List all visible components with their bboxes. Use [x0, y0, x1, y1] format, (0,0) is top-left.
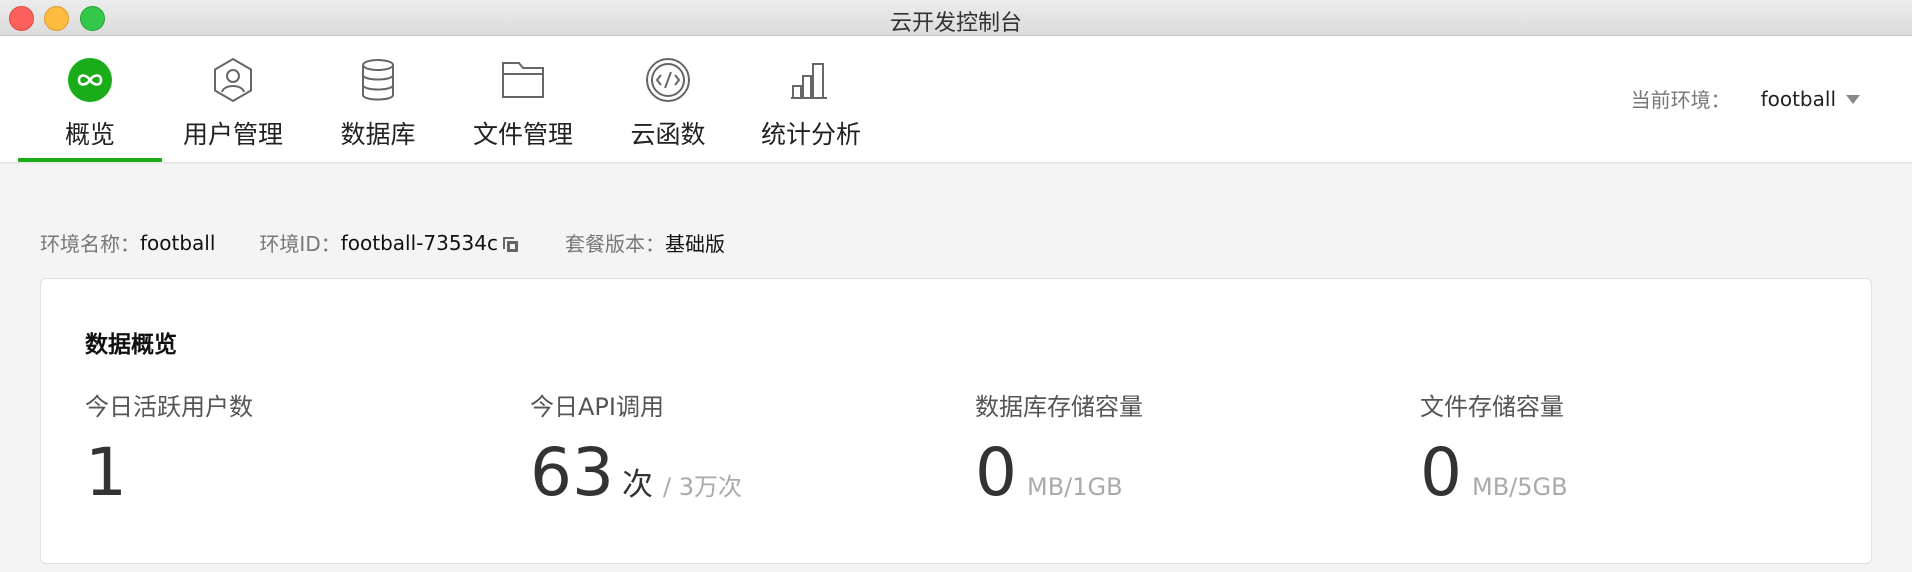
nav-tab-label: 云函数 — [630, 120, 706, 149]
nav-tab-label: 用户管理 — [182, 120, 283, 149]
stat-database-storage: 数据库存储容量 0 MB/1GB — [975, 387, 1143, 506]
nav-tab-functions[interactable]: 云函数 — [618, 36, 718, 162]
env-id-label: 环境ID： — [259, 232, 341, 256]
environment-info-bar: 环境名称： football 环境ID： football-73534c 套餐版… — [40, 228, 769, 257]
environment-select[interactable]: 当前环境： football — [1631, 84, 1860, 113]
stat-quota: MB/1GB — [1027, 473, 1123, 501]
stat-label: 今日API调用 — [530, 393, 664, 421]
overview-infinity-icon — [68, 58, 112, 102]
nav-tab-overview[interactable]: 概览 — [18, 36, 162, 162]
env-name-info: 环境名称： football — [40, 228, 215, 257]
nav-tab-label: 统计分析 — [760, 120, 861, 149]
window-title: 云开发控制台 — [889, 11, 1022, 36]
environment-value[interactable]: football — [1761, 87, 1836, 111]
nav-tab-files[interactable]: 文件管理 — [462, 36, 584, 162]
stat-label: 今日活跃用户数 — [85, 393, 253, 421]
stat-quota: MB/5GB — [1472, 473, 1568, 501]
user-icon — [214, 57, 252, 103]
env-id-info: 环境ID： football-73534c — [259, 228, 521, 257]
stat-label: 数据库存储容量 — [975, 393, 1143, 421]
nav-tab-label: 概览 — [64, 120, 115, 149]
plan-version-value: 基础版 — [665, 232, 725, 256]
stat-unit: 次 — [621, 467, 653, 503]
nav-tab-analytics[interactable]: 统计分析 — [750, 36, 872, 162]
stat-value: 0 — [975, 434, 1017, 511]
window-titlebar: 云开发控制台 — [0, 0, 1912, 36]
top-nav: 概览 用户管理 数据库 文件管理 云函数 统计分析 当前环境： football — [0, 36, 1912, 163]
folder-icon — [502, 62, 544, 98]
chevron-down-icon[interactable] — [1846, 95, 1860, 104]
data-overview-panel: 数据概览 今日活跃用户数 1 今日API调用 63 次 / 3万次 数据库存储容… — [40, 278, 1872, 564]
stat-value: 1 — [85, 434, 127, 511]
stat-quota: / 3万次 — [662, 473, 742, 501]
environment-label: 当前环境： — [1630, 88, 1731, 112]
database-icon — [362, 59, 394, 101]
stat-value: 0 — [1420, 434, 1462, 511]
nav-tab-users[interactable]: 用户管理 — [172, 36, 294, 162]
stat-active-users: 今日活跃用户数 1 — [85, 387, 253, 506]
stat-value: 63 — [530, 434, 614, 511]
nav-tab-database[interactable]: 数据库 — [328, 36, 428, 162]
plan-version-label: 套餐版本： — [565, 232, 665, 256]
plan-version-info: 套餐版本： 基础版 — [565, 228, 725, 257]
stat-api-calls: 今日API调用 63 次 / 3万次 — [530, 387, 742, 506]
active-tab-indicator — [18, 158, 162, 162]
code-icon — [646, 58, 690, 102]
env-id-value: football-73534c — [340, 230, 498, 255]
copy-icon[interactable] — [501, 235, 521, 255]
bar-chart-icon — [791, 63, 827, 99]
stat-file-storage: 文件存储容量 0 MB/5GB — [1420, 387, 1568, 506]
env-name-label: 环境名称： — [40, 232, 140, 256]
nav-tab-label: 数据库 — [340, 120, 416, 149]
nav-tab-label: 文件管理 — [472, 120, 573, 149]
stat-label: 文件存储容量 — [1420, 393, 1564, 421]
panel-title: 数据概览 — [85, 332, 177, 358]
env-name-value: football — [140, 230, 216, 255]
